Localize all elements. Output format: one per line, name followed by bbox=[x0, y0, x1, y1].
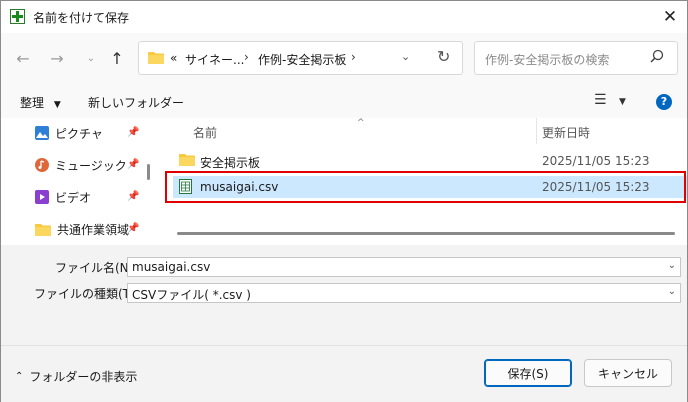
pin-icon[interactable]: 📌 bbox=[127, 159, 139, 170]
filename-label: ファイル名(N): bbox=[55, 261, 138, 275]
app-icon bbox=[10, 9, 25, 24]
save-button[interactable]: 保存(S) bbox=[484, 359, 572, 387]
arrow-up-icon: ↑ bbox=[110, 48, 124, 68]
filetype-select[interactable]: CSVファイル( *.csv ) ⌄ bbox=[127, 283, 681, 303]
sort-ascending-icon: ^ bbox=[357, 118, 365, 128]
caret-down-icon: ▼ bbox=[53, 100, 61, 110]
organize-menu[interactable]: 整理 ▼ bbox=[20, 94, 61, 111]
refresh-icon[interactable]: ↻ bbox=[437, 47, 450, 66]
highlight-box bbox=[165, 171, 686, 203]
column-header-name[interactable]: 名前 bbox=[193, 124, 217, 141]
chevron-down-icon[interactable]: ⌄ bbox=[668, 286, 676, 297]
breadcrumb-item[interactable]: サイネー... bbox=[185, 51, 244, 68]
navigation-pane: ピクチャ 📌 ミュージック 📌 ビデオ 📌 共通作業領域 📌 bbox=[1, 118, 159, 245]
command-bar: 整理 ▼ 新しいフォルダー ☰ ▼ ? bbox=[1, 83, 687, 118]
pin-icon[interactable]: 📌 bbox=[127, 223, 139, 234]
navigation-bar: ← → ⌄ ↑ « サイネー... › 作例-安全掲示板 › ⌄ ↻ 作例-安全… bbox=[1, 33, 687, 83]
sidebar-item-label: ビデオ bbox=[55, 190, 92, 205]
sidebar-item-video[interactable]: ビデオ bbox=[35, 187, 91, 207]
pictures-icon bbox=[35, 126, 49, 140]
filetype-label: ファイルの種類(T): bbox=[34, 287, 139, 301]
filename-value: musaigai.csv bbox=[132, 260, 211, 274]
recent-locations-button[interactable]: ⌄ bbox=[81, 48, 101, 68]
music-icon bbox=[35, 158, 49, 172]
organize-label: 整理 bbox=[20, 96, 45, 110]
window-title: 名前を付けて保存 bbox=[33, 11, 130, 25]
arrow-left-icon: ← bbox=[16, 48, 30, 68]
sidebar-item-label: 共通作業領域 bbox=[57, 222, 130, 237]
list-view-icon: ☰ bbox=[594, 92, 607, 108]
chevron-up-icon: ⌃ bbox=[15, 371, 24, 382]
close-icon: ✕ bbox=[662, 7, 678, 27]
file-date: 2025/11/05 15:23 bbox=[542, 154, 650, 168]
title-bar: 名前を付けて保存 ✕ bbox=[1, 1, 687, 33]
chevron-down-icon: ⌄ bbox=[86, 52, 96, 64]
address-bar[interactable]: « サイネー... › 作例-安全掲示板 › ⌄ ↻ bbox=[138, 41, 463, 75]
close-button[interactable]: ✕ bbox=[653, 1, 687, 33]
back-button[interactable]: ← bbox=[13, 48, 33, 68]
sidebar-item-music[interactable]: ミュージック bbox=[35, 155, 127, 175]
folder-icon bbox=[35, 223, 51, 236]
column-divider[interactable] bbox=[536, 118, 537, 144]
pin-icon[interactable]: 📌 bbox=[127, 191, 139, 202]
folder-icon bbox=[148, 52, 164, 64]
hide-folders-toggle[interactable]: ⌃ フォルダーの非表示 bbox=[15, 368, 137, 385]
horizontal-scrollbar[interactable] bbox=[177, 232, 675, 235]
search-box[interactable]: 作例-安全掲示板の検索 bbox=[474, 41, 678, 75]
forward-button[interactable]: → bbox=[47, 48, 67, 68]
help-button[interactable]: ? bbox=[656, 94, 672, 110]
address-dropdown-icon[interactable]: ⌄ bbox=[401, 50, 410, 63]
search-icon bbox=[650, 49, 664, 63]
filetype-value: CSVファイル( *.csv ) bbox=[132, 288, 251, 302]
video-icon bbox=[35, 190, 49, 204]
sidebar-item-pictures[interactable]: ピクチャ bbox=[35, 123, 103, 143]
hide-folders-label: フォルダーの非表示 bbox=[29, 370, 138, 384]
breadcrumb-item[interactable]: 作例-安全掲示板 bbox=[258, 51, 346, 68]
new-folder-button[interactable]: 新しいフォルダー bbox=[88, 94, 184, 111]
file-name: 安全掲示板 bbox=[200, 156, 261, 170]
column-header-modified[interactable]: 更新日時 bbox=[542, 124, 590, 141]
filename-input[interactable]: musaigai.csv ⌄ bbox=[127, 257, 681, 277]
folder-icon bbox=[179, 154, 195, 166]
chevron-down-icon[interactable]: ⌄ bbox=[668, 260, 676, 271]
sidebar-scrollbar[interactable] bbox=[147, 164, 150, 180]
sidebar-item-label: ミュージック bbox=[55, 158, 127, 173]
up-button[interactable]: ↑ bbox=[107, 48, 127, 68]
breadcrumb-separator-icon[interactable]: › bbox=[244, 50, 249, 64]
list-item[interactable]: 安全掲示板 2025/11/05 15:23 bbox=[173, 150, 687, 172]
save-as-dialog: 名前を付けて保存 ✕ ← → ⌄ ↑ « サイネー... › 作例-安全掲示板 … bbox=[0, 0, 688, 402]
sidebar-item-shared-workspace[interactable]: 共通作業領域 bbox=[35, 219, 129, 239]
pin-icon[interactable]: 📌 bbox=[127, 127, 139, 138]
arrow-right-icon: → bbox=[50, 48, 64, 68]
sidebar-item-label: ピクチャ bbox=[55, 126, 103, 141]
breadcrumb-separator-icon[interactable]: › bbox=[351, 50, 356, 64]
breadcrumb-overflow[interactable]: « bbox=[170, 51, 177, 65]
view-options-button[interactable]: ☰ ▼ bbox=[594, 92, 626, 108]
dialog-footer: ⌃ フォルダーの非表示 保存(S) キャンセル bbox=[1, 345, 687, 402]
caret-down-icon: ▼ bbox=[619, 97, 626, 107]
cancel-button[interactable]: キャンセル bbox=[584, 359, 672, 387]
search-placeholder: 作例-安全掲示板の検索 bbox=[485, 53, 610, 67]
